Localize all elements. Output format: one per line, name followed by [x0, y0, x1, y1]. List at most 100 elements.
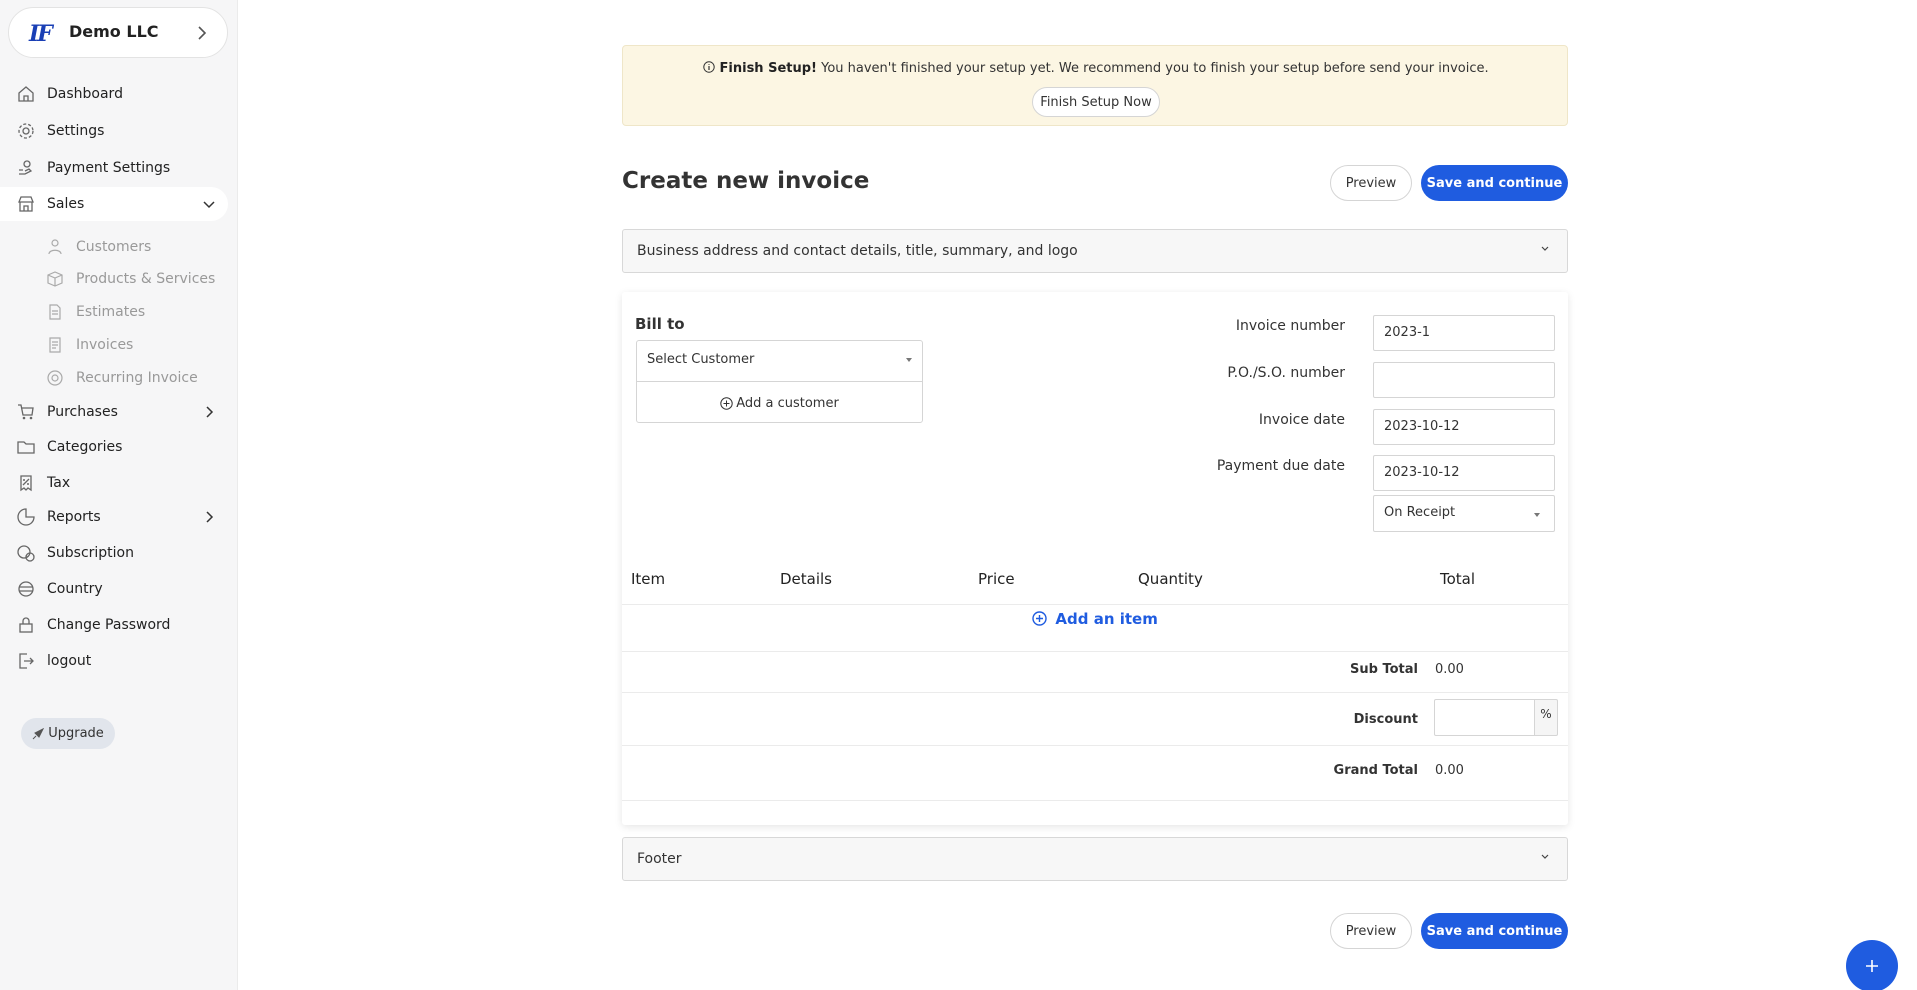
- column-header-total: Total: [1440, 570, 1476, 588]
- globe-icon: [18, 581, 34, 597]
- accordion-label: Business address and contact details, ti…: [637, 243, 1078, 259]
- info-icon: [703, 61, 716, 73]
- payment-terms-select[interactable]: On Receipt: [1373, 495, 1555, 532]
- divider: [622, 800, 1568, 801]
- invoice-date-row: Invoice date 2023-10-12: [622, 409, 1568, 445]
- caret-down-icon: [1534, 513, 1540, 517]
- chart-icon: [17, 508, 35, 526]
- subtotal-label: Sub Total: [1350, 662, 1418, 677]
- po-number-row: P.O./S.O. number: [622, 362, 1568, 398]
- preview-button-bottom[interactable]: Preview: [1330, 913, 1412, 949]
- sidebar: IF Demo LLC Dashboard Settings Payment S…: [0, 0, 238, 990]
- invoice-date-label: Invoice date: [1258, 412, 1345, 428]
- invoice-number-input[interactable]: 2023-1: [1373, 315, 1555, 351]
- sidebar-subitem-customers[interactable]: Customers: [0, 232, 228, 262]
- sidebar-item-label: Purchases: [47, 404, 118, 420]
- sidebar-item-tax[interactable]: Tax: [0, 466, 228, 500]
- app-logo: IF: [29, 21, 53, 47]
- due-date-input[interactable]: 2023-10-12: [1373, 455, 1555, 491]
- sidebar-item-subscription[interactable]: Subscription: [0, 536, 228, 570]
- setup-banner-title: Finish Setup!: [719, 61, 817, 76]
- sidebar-item-dashboard[interactable]: Dashboard: [0, 77, 228, 111]
- upgrade-label: Upgrade: [48, 726, 104, 741]
- discount-label: Discount: [1353, 712, 1418, 727]
- chevron-down-icon: [1541, 854, 1549, 859]
- add-item-button[interactable]: Add an item: [622, 610, 1568, 628]
- save-and-continue-button-top[interactable]: Save and continue: [1421, 165, 1568, 201]
- sidebar-item-label: Payment Settings: [47, 160, 171, 176]
- invoice-number-label: Invoice number: [1235, 318, 1345, 334]
- sidebar-item-sales[interactable]: Sales: [0, 187, 228, 221]
- chevron-right-icon: [206, 511, 214, 523]
- business-details-accordion[interactable]: Business address and contact details, ti…: [622, 229, 1568, 273]
- plus-circle-icon: [720, 396, 733, 410]
- cart-icon: [18, 404, 34, 420]
- customers-icon: [48, 239, 62, 255]
- setup-banner: Finish Setup! You haven't finished your …: [622, 45, 1568, 126]
- sidebar-item-label: Subscription: [47, 545, 134, 561]
- column-header-item: Item: [631, 570, 666, 588]
- divider: [622, 604, 1568, 605]
- sidebar-subitem-estimates[interactable]: Estimates: [0, 297, 228, 327]
- box-icon: [47, 271, 63, 287]
- sidebar-item-label: Reports: [47, 509, 101, 525]
- column-header-details: Details: [780, 570, 833, 588]
- sidebar-item-reports[interactable]: Reports: [0, 500, 228, 534]
- gear-icon: [18, 123, 34, 139]
- chevron-right-icon: [198, 26, 207, 40]
- sidebar-subitem-label: Products & Services: [76, 271, 216, 287]
- sidebar-item-label: Dashboard: [47, 86, 123, 102]
- page-title: Create new invoice: [622, 168, 870, 194]
- hand-coin-icon: [19, 160, 33, 175]
- rocket-icon: [32, 727, 45, 739]
- plus-icon: [1866, 960, 1878, 972]
- discount-percent-addon: %: [1534, 699, 1558, 736]
- invoice-card: Bill to Select Customer Add a customer I…: [622, 292, 1568, 825]
- sidebar-item-settings[interactable]: Settings: [0, 114, 228, 148]
- save-and-continue-button-bottom[interactable]: Save and continue: [1421, 913, 1568, 949]
- sidebar-item-change-password[interactable]: Change Password: [0, 608, 228, 642]
- column-header-quantity: Quantity: [1138, 570, 1203, 588]
- subtotal-value: 0.00: [1435, 662, 1464, 677]
- sidebar-item-logout[interactable]: logout: [0, 644, 228, 678]
- sidebar-item-label: Tax: [47, 475, 71, 491]
- sidebar-item-label: Sales: [47, 196, 85, 212]
- organization-switcher[interactable]: IF Demo LLC: [8, 7, 228, 58]
- preview-button-top[interactable]: Preview: [1330, 165, 1412, 201]
- sidebar-subitem-products[interactable]: Products & Services: [0, 264, 228, 294]
- sidebar-item-purchases[interactable]: Purchases: [0, 395, 228, 429]
- due-date-row: Payment due date 2023-10-12: [622, 455, 1568, 491]
- upgrade-button[interactable]: Upgrade: [21, 718, 115, 749]
- chevron-down-icon: [1541, 246, 1549, 251]
- sidebar-item-label: Settings: [47, 123, 105, 139]
- discount-input[interactable]: [1434, 699, 1535, 736]
- setup-banner-message: Finish Setup! You haven't finished your …: [623, 61, 1569, 76]
- due-date-label: Payment due date: [1216, 458, 1345, 474]
- sidebar-subitem-label: Invoices: [76, 337, 134, 353]
- sidebar-item-country[interactable]: Country: [0, 572, 228, 606]
- document-icon: [49, 304, 61, 320]
- chevron-down-icon: [203, 201, 215, 209]
- sidebar-subitem-invoices[interactable]: Invoices: [0, 330, 228, 360]
- invoice-icon: [49, 337, 61, 353]
- sidebar-item-label: Country: [47, 581, 103, 597]
- invoice-number-row: Invoice number 2023-1: [622, 315, 1568, 351]
- accordion-label: Footer: [637, 851, 682, 867]
- tax-icon: [20, 475, 32, 492]
- po-number-input[interactable]: [1373, 362, 1555, 398]
- invoice-date-input[interactable]: 2023-10-12: [1373, 409, 1555, 445]
- shop-icon: [18, 196, 34, 212]
- grand-total-value: 0.00: [1435, 763, 1464, 778]
- sidebar-subitem-recurring-invoice[interactable]: Recurring Invoice: [0, 363, 228, 393]
- floating-add-button[interactable]: [1846, 940, 1898, 990]
- footer-accordion[interactable]: Footer: [622, 837, 1568, 881]
- sidebar-item-categories[interactable]: Categories: [0, 430, 228, 464]
- sidebar-subitem-label: Recurring Invoice: [76, 370, 198, 386]
- divider: [622, 651, 1568, 652]
- grand-total-label: Grand Total: [1333, 763, 1418, 778]
- subscription-icon: [17, 545, 35, 562]
- sidebar-item-label: logout: [47, 653, 92, 669]
- finish-setup-button[interactable]: Finish Setup Now: [1032, 87, 1160, 117]
- sidebar-item-payment-settings[interactable]: Payment Settings: [0, 151, 228, 185]
- column-header-price: Price: [978, 570, 1015, 588]
